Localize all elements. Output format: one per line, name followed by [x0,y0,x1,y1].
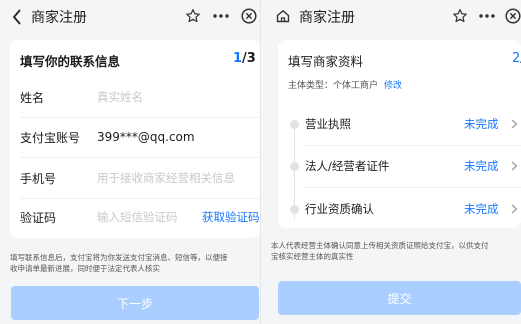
step-current: 1 [233,51,243,66]
more-icon[interactable] [211,7,231,25]
card-title: 填写商家资料 [288,54,364,69]
home-icon[interactable] [275,8,291,24]
notice-line: 宝核实经营主体的真实性 [271,252,354,261]
chevron-right-icon [510,119,518,129]
contact-info-screen: 商家注册 填写你的联系信息 1/3 姓名 真实姓名 支付宝账号 399***@q… [0,0,260,324]
divider [305,187,521,188]
star-icon[interactable] [451,7,469,25]
step-indicator: 2/3 [512,51,521,66]
step-total: /3 [242,51,256,66]
item-label: 法人/经营者证件 [305,159,390,173]
verify-code-input[interactable]: 输入短信验证码 [97,209,178,225]
card-title: 填写你的联系信息 [20,54,121,69]
name-input[interactable]: 真实姓名 [97,89,143,105]
item-label: 营业执照 [305,117,351,131]
alipay-account-field[interactable]: 支付宝账号 399***@qq.com [20,118,260,156]
notice-line: 收申请单最新进展，同时便于法定代表人核实 [10,264,160,273]
subject-type: 主体类型：个体工商户 修改 [288,78,402,91]
page-title: 商家注册 [299,10,355,26]
name-label: 姓名 [20,90,45,105]
industry-qualification-item[interactable]: 行业资质确认 未完成 [278,189,521,229]
item-status: 未完成 [464,159,499,173]
submit-button[interactable]: 提交 [278,281,521,315]
close-circle-icon[interactable] [504,7,521,25]
divider [20,157,260,158]
merchant-form-card: 填写商家资料 2/3 主体类型：个体工商户修改 营业执照 未完成 法人/经营者证… [278,40,521,228]
chevron-right-icon [510,161,518,171]
back-arrow-icon[interactable] [10,9,24,25]
step-indicator: 1/3 [233,51,256,66]
name-field[interactable]: 姓名 真实姓名 [20,78,260,116]
item-status: 未完成 [464,202,499,216]
get-code-button[interactable]: 获取验证码 [202,209,260,225]
timeline-dot [290,120,299,129]
consent-notice: 本人代表经营主体确认同意上传相关资质证照给支付宝，以供支付 宝核实经营主体的真实… [271,240,521,262]
alipay-account-input[interactable]: 399***@qq.com [97,130,195,144]
nav-bar: 商家注册 [261,0,521,34]
verify-code-label: 验证码 [20,210,57,225]
chevron-right-icon [510,204,518,214]
star-icon[interactable] [184,7,202,25]
alipay-account-label: 支付宝账号 [20,130,81,145]
verify-code-field[interactable]: 验证码 输入短信验证码 获取验证码 [20,198,260,236]
phone-input[interactable]: 用于接收商家经营相关信息 [97,170,235,186]
notice-line: 填写联系信息后，支付宝将为你发送支付宝消息、短信等，以便接 [10,253,228,262]
page-title: 商家注册 [31,10,87,26]
nav-bar: 商家注册 [0,0,260,34]
phone-label: 手机号 [20,171,57,186]
timeline-dot [290,162,299,171]
business-license-item[interactable]: 营业执照 未完成 [278,104,521,144]
timeline-dot [290,205,299,214]
close-circle-icon[interactable] [240,7,258,25]
contact-form-card: 填写你的联系信息 1/3 姓名 真实姓名 支付宝账号 399***@qq.com… [10,40,260,238]
edit-subject-link[interactable]: 修改 [384,81,402,91]
notice-line: 本人代表经营主体确认同意上传相关资质证照给支付宝，以供支付 [271,241,489,250]
item-status: 未完成 [464,117,499,131]
subject-type-text: 主体类型：个体工商户 [288,81,379,91]
legal-rep-id-item[interactable]: 法人/经营者证件 未完成 [278,146,521,186]
more-icon[interactable] [477,7,497,25]
phone-field[interactable]: 手机号 用于接收商家经营相关信息 [20,159,260,197]
contact-notice: 填写联系信息后，支付宝将为你发送支付宝消息、短信等，以便接 收申请单最新进展，同… [10,252,260,274]
next-button[interactable]: 下一步 [11,286,259,320]
item-label: 行业资质确认 [305,202,374,216]
merchant-info-screen: 商家注册 填写商家资料 2/3 主体类型：个体工商户修改 营业执照 未完成 法人… [261,0,521,324]
